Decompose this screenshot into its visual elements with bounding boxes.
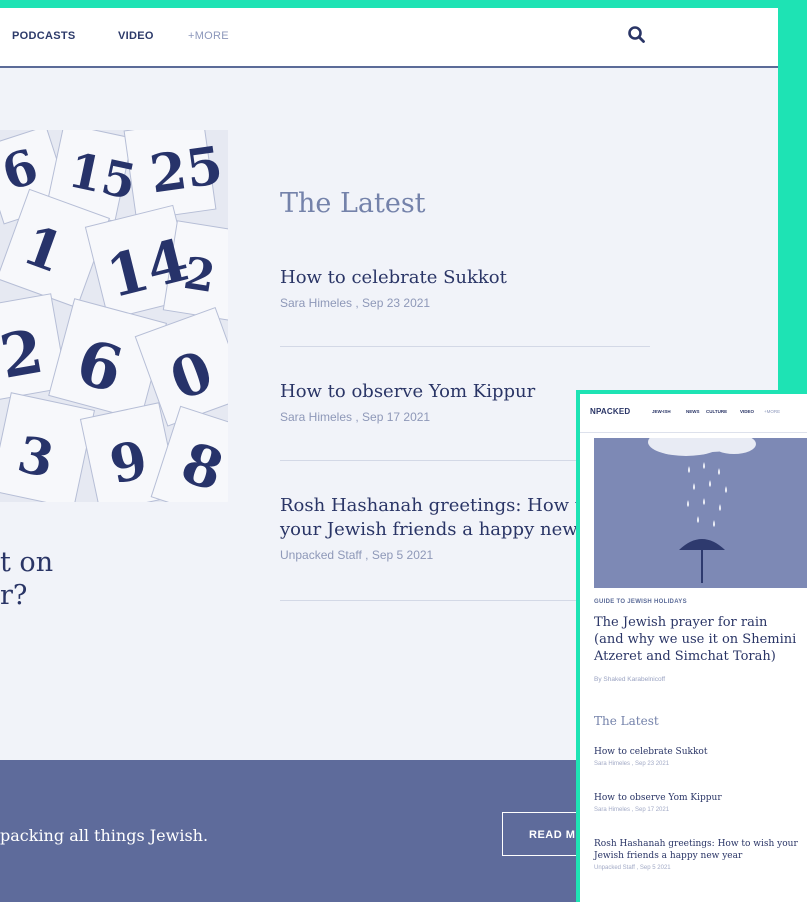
logo[interactable]: NPACKED xyxy=(590,407,630,416)
mobile-preview: NPACKED JEW-ISH NEWS CULTURE VIDEO +MORE xyxy=(576,390,807,902)
article-meta: Sara Himeles , Sep 23 2021 xyxy=(594,761,670,767)
mobile-nav-item[interactable]: CULTURE xyxy=(706,409,727,414)
divider xyxy=(280,346,650,347)
latest-article[interactable]: How to celebrate Sukkot Sara Himeles , S… xyxy=(280,266,650,310)
footer-tagline: packing all things Jewish. xyxy=(0,826,209,845)
mobile-nav-item[interactable]: NEWS xyxy=(686,409,700,414)
top-nav: PODCASTS VIDEO +MORE xyxy=(0,8,778,68)
article-title[interactable]: Rosh Hashanah greetings: How to wish you… xyxy=(594,838,799,862)
mobile-latest-article[interactable]: Rosh Hashanah greetings: How to wish you… xyxy=(594,838,799,871)
latest-heading: The Latest xyxy=(280,188,426,219)
article-byline: By Shaked Karabelnicoff xyxy=(594,676,666,683)
mobile-nav-more[interactable]: +MORE xyxy=(764,409,780,414)
article-meta: Sara Himeles , Sep 17 2021 xyxy=(594,807,670,813)
nav-item-podcasts[interactable]: PODCASTS xyxy=(12,30,76,42)
article-meta: Sara Himeles , Sep 23 2021 xyxy=(280,296,431,310)
hero-title[interactable]: t on r? xyxy=(0,546,53,612)
hero-image[interactable]: 6 15 25 1 14 2 2 6 0 3 9 8 xyxy=(0,130,228,502)
nav-item-video[interactable]: VIDEO xyxy=(118,30,154,42)
article-meta: Unpacked Staff , Sep 5 2021 xyxy=(594,865,671,871)
article-title[interactable]: The Jewish prayer for rain (and why we u… xyxy=(594,614,799,665)
mobile-nav: NPACKED JEW-ISH NEWS CULTURE VIDEO +MORE xyxy=(580,394,807,433)
search-icon[interactable] xyxy=(626,24,648,46)
mobile-latest-article[interactable]: How to observe Yom Kippur Sara Himeles ,… xyxy=(594,792,799,813)
article-title[interactable]: How to observe Yom Kippur xyxy=(594,792,799,804)
article-category[interactable]: GUIDE TO JEWISH HOLIDAYS xyxy=(594,599,687,605)
svg-text:25: 25 xyxy=(146,135,226,205)
mobile-nav-item[interactable]: VIDEO xyxy=(740,409,754,414)
article-title[interactable]: How to celebrate Sukkot xyxy=(280,266,650,290)
mobile-nav-item[interactable]: JEW-ISH xyxy=(652,409,671,414)
nav-item-more[interactable]: +MORE xyxy=(188,30,229,42)
article-title[interactable]: How to celebrate Sukkot xyxy=(594,746,799,758)
mobile-latest-heading: The Latest xyxy=(594,714,659,728)
rain-hero-image[interactable] xyxy=(594,424,807,588)
mobile-latest-article[interactable]: How to celebrate Sukkot Sara Himeles , S… xyxy=(594,746,799,767)
